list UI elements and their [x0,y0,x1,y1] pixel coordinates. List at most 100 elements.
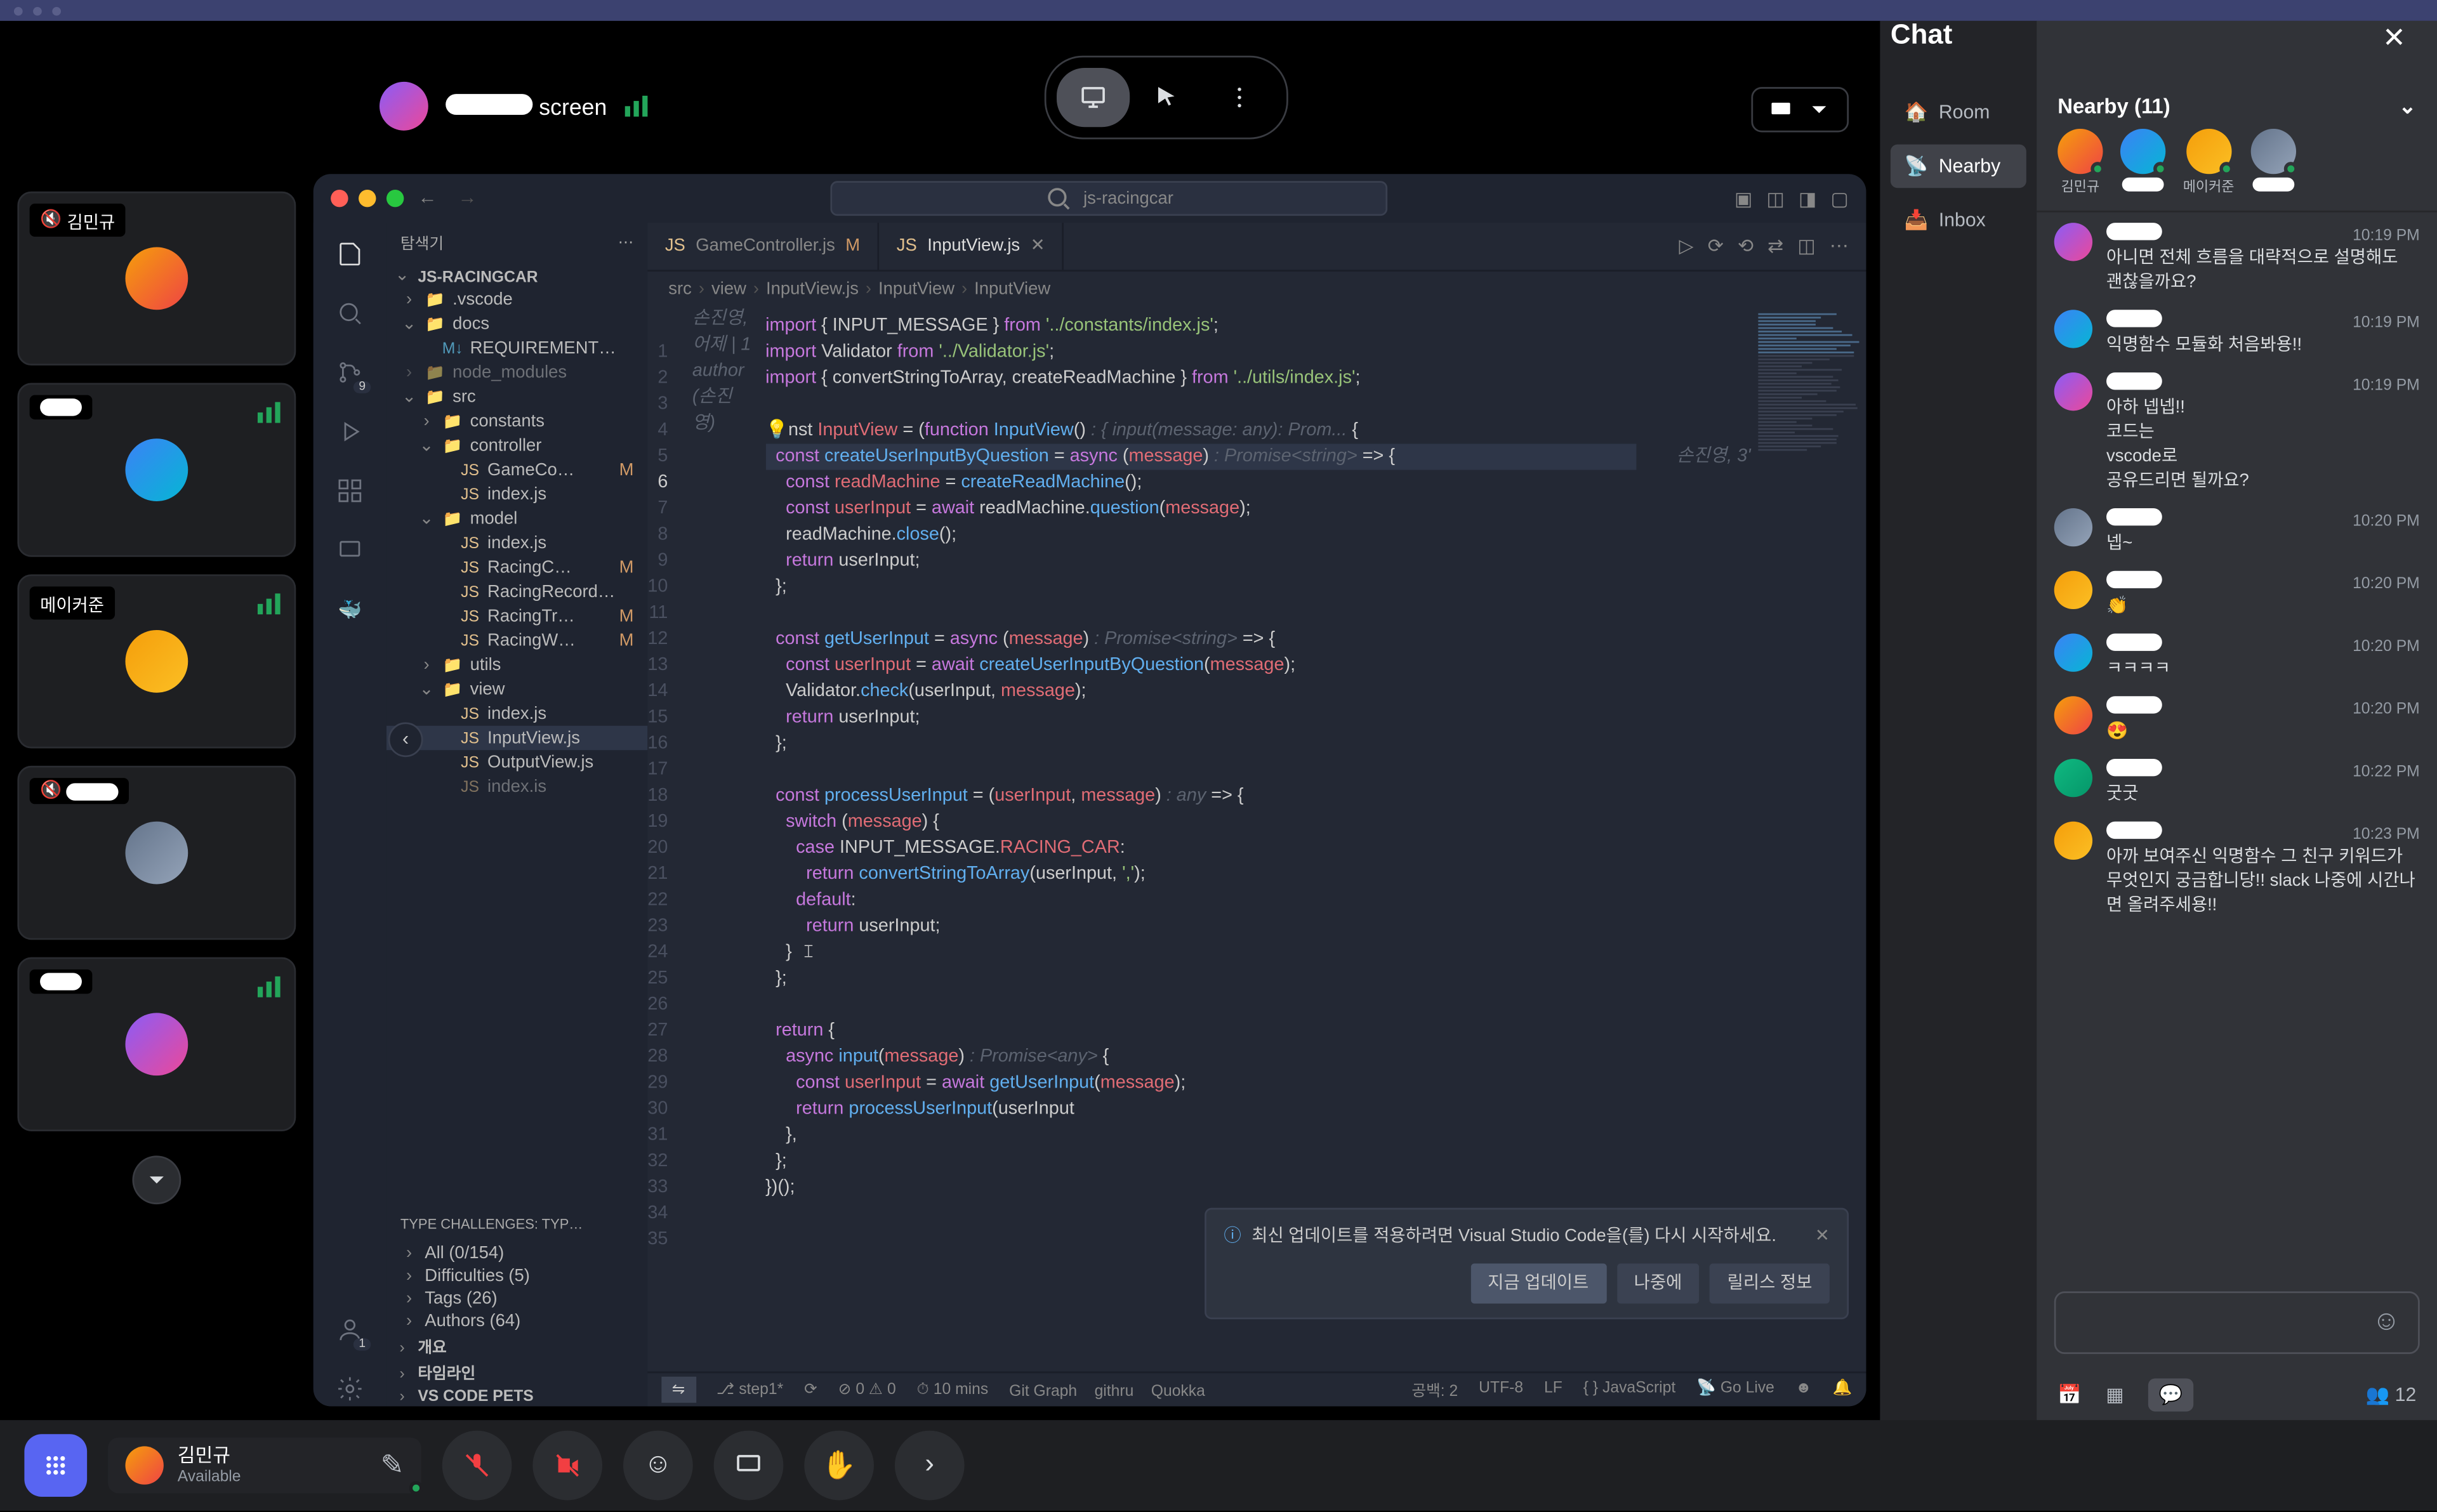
mic-muted-icon[interactable] [442,1431,512,1501]
breadcrumb[interactable]: view [711,279,746,298]
docker-icon[interactable]: 🐳 [333,592,367,627]
editor-tab[interactable]: JSInputView.js✕ [879,223,1064,270]
close-icon[interactable]: ✕ [2382,21,2406,56]
tree-item[interactable]: JSindex.js [386,531,647,555]
tree-item[interactable]: ›📁node_modules [386,360,647,385]
nav-back-icon[interactable]: ← [418,188,437,209]
tree-item[interactable]: JSRacingC…M [386,555,647,579]
section-header[interactable]: ›VS CODE PETS [386,1385,647,1406]
layout-icon[interactable]: ▣ [1734,187,1753,210]
tree-item[interactable]: M↓REQUIREMENT… [386,336,647,360]
tree-item[interactable]: JSindex.is [386,775,647,799]
layout-icon[interactable]: ◨ [1799,187,1817,210]
emoji-icon[interactable]: ☺ [2372,1307,2401,1338]
tree-item[interactable]: JSRacingRecord… [386,579,647,603]
compare-icon[interactable]: ⇄ [1767,235,1783,258]
tree-item[interactable]: ⌄📁view [386,677,647,701]
history-icon[interactable]: ⟲ [1738,235,1753,258]
chat-tab-nearby[interactable]: 📡Nearby [1891,145,2026,188]
timer-indicator[interactable]: ⏱ 10 mins [917,1380,989,1399]
search-icon[interactable] [333,296,367,331]
layout-icon[interactable]: ◫ [1767,187,1785,210]
status-item[interactable]: Git Graph [1009,1381,1077,1398]
camera-off-icon[interactable] [532,1431,602,1501]
status-item[interactable]: 공백: 2 [1411,1378,1458,1401]
explorer-icon[interactable] [333,237,367,272]
chat-tab-inbox[interactable]: 📥Inbox [1891,199,2026,242]
bell-icon[interactable]: 🔔 [1833,1378,1853,1401]
tree-item[interactable]: JSRacingTr…M [386,604,647,628]
refresh-icon[interactable]: ⟳ [1708,235,1724,258]
breadcrumb[interactable]: InputView [974,279,1050,298]
more-icon[interactable]: ⋯ [618,232,634,251]
section-header[interactable]: ›개요 [386,1333,647,1359]
calendar-icon[interactable]: 📅 [2057,1383,2082,1405]
app-grid-icon[interactable] [24,1434,87,1497]
layout-dropdown[interactable] [1751,87,1849,132]
breadcrumb[interactable]: InputView [878,279,954,298]
sync-icon[interactable]: ⟳ [804,1380,817,1399]
nearby-avatar[interactable] [2120,129,2165,197]
nav-forward-icon[interactable]: → [458,188,477,209]
more-icon[interactable] [1203,68,1276,127]
status-item[interactable]: { } JavaScript [1583,1378,1675,1401]
raise-hand-icon[interactable]: ✋ [804,1431,874,1501]
status-item[interactable]: Quokka [1151,1381,1205,1398]
cursor-icon[interactable] [1130,68,1203,127]
split-icon[interactable]: ◫ [1797,235,1816,258]
editor-tab[interactable]: JSGameController.jsM [647,223,879,270]
chat-bubble-icon[interactable]: 💬 [2148,1377,2193,1410]
tree-item[interactable]: JSInputView.js [386,726,647,750]
participant-card[interactable]: 🔇 [17,766,296,940]
close-icon[interactable]: ✕ [1815,1223,1830,1249]
tree-item[interactable]: ›Tags (26) [393,1288,641,1311]
tree-item[interactable]: ⌄📁docs [386,312,647,336]
edit-icon[interactable]: ✎ [381,1448,404,1483]
tree-item[interactable]: ›📁utils [386,653,647,677]
branch-indicator[interactable]: ⎇ step1* [717,1380,783,1399]
status-item[interactable]: UTF-8 [1479,1378,1523,1401]
participant-card[interactable] [17,383,296,556]
breadcrumb[interactable]: src [668,279,692,298]
grid-icon[interactable]: ▦ [2106,1383,2124,1405]
chat-tab-room[interactable]: 🏠Room [1891,91,2026,135]
tree-item[interactable]: ⌄📁src [386,385,647,409]
tree-item[interactable]: JSOutputView.js [386,750,647,774]
more-icon[interactable]: ⋯ [1830,235,1849,258]
problems-indicator[interactable]: ⊘ 0 ⚠ 0 [838,1380,896,1399]
command-search[interactable]: js-racingcar [831,181,1388,216]
feedback-icon[interactable]: ☻ [1795,1378,1812,1401]
expand-participants-button[interactable] [132,1155,181,1204]
extensions-icon[interactable] [333,473,367,508]
tree-item[interactable]: ›📁.vscode [386,287,647,312]
scm-icon[interactable]: 9 [333,355,367,390]
tree-root[interactable]: ⌄JS-RACINGCAR [386,265,647,287]
chevron-down-icon[interactable]: ⌄ [2399,94,2417,118]
remote-icon[interactable] [333,532,367,567]
release-notes-button[interactable]: 릴리스 정보 [1710,1263,1830,1303]
later-button[interactable]: 나중에 [1616,1263,1700,1303]
tree-item[interactable]: JSindex.js [386,701,647,725]
screenshare-icon[interactable] [714,1431,784,1501]
next-icon[interactable]: › [895,1431,965,1501]
nearby-avatar[interactable]: 메이커준 [2183,129,2235,197]
go-live-button[interactable]: 📡 Go Live [1696,1378,1774,1401]
collapse-sidebar-icon[interactable]: ‹ [388,722,423,757]
chat-input[interactable]: ☺ [2054,1291,2420,1354]
account-icon[interactable]: 1 [333,1312,367,1347]
participant-card[interactable]: 메이커준 [17,574,296,748]
close-icon[interactable]: ✕ [1031,237,1045,256]
participant-card[interactable] [17,957,296,1131]
run-icon[interactable]: ▷ [1679,235,1694,258]
section-header[interactable]: ›타임라인 [386,1359,647,1385]
breadcrumb[interactable]: InputView.js [766,279,859,298]
nearby-avatar[interactable] [2252,129,2297,197]
tree-item[interactable]: ›📁constants [386,409,647,433]
debug-icon[interactable] [333,414,367,449]
nearby-avatar[interactable]: 김민규 [2057,129,2103,197]
tree-item[interactable]: ›Difficulties (5) [393,1265,641,1288]
status-item[interactable]: LF [1544,1378,1562,1401]
tree-item[interactable]: JSRacingW…M [386,628,647,652]
user-profile[interactable]: 김민규Available ✎ [108,1438,421,1494]
participant-card[interactable]: 🔇김민규 [17,192,296,365]
